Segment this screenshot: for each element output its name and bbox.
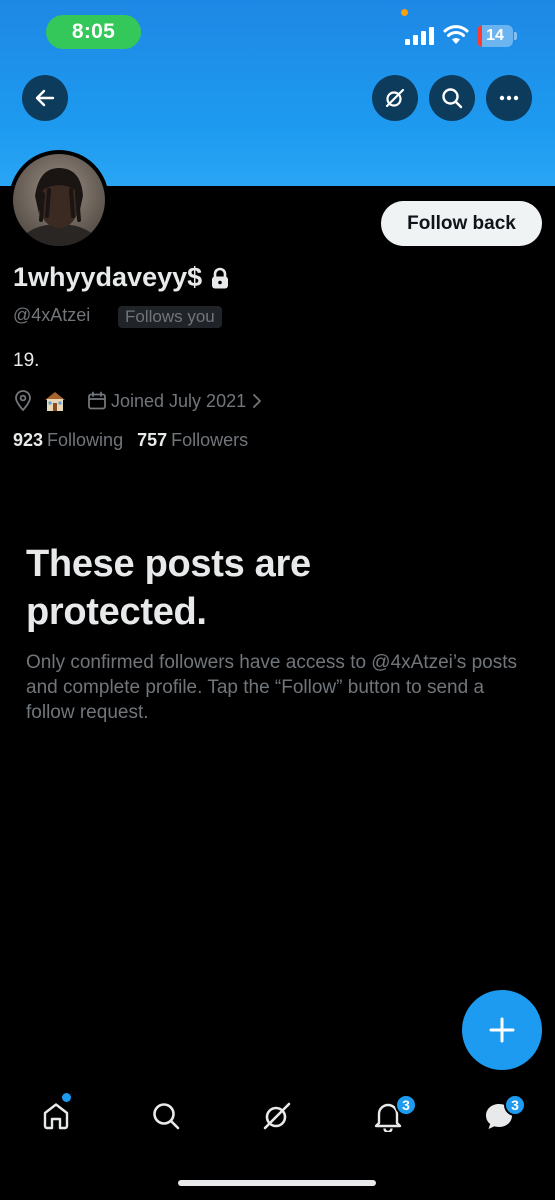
grok-icon — [263, 1102, 291, 1130]
joined-date[interactable]: Joined July 2021 — [111, 391, 246, 412]
search-icon — [153, 1103, 180, 1130]
tab-search[interactable] — [146, 1096, 186, 1136]
avatar-photo — [13, 154, 105, 246]
lock-icon — [212, 267, 229, 288]
home-indicator[interactable] — [178, 1180, 376, 1186]
protected-body: Only confirmed followers have access to … — [26, 652, 517, 723]
search-icon — [442, 88, 463, 109]
following-link[interactable]: 923 Following — [13, 430, 123, 451]
compose-button[interactable] — [462, 990, 542, 1070]
tab-home[interactable] — [36, 1096, 76, 1136]
followers-link[interactable]: 757 Followers — [137, 430, 248, 451]
grok-icon — [385, 88, 405, 108]
wifi-icon — [443, 25, 469, 44]
back-button[interactable] — [22, 75, 68, 121]
privacy-indicator — [401, 9, 408, 16]
follow-stats: 923 Following 757 Followers — [13, 430, 248, 451]
cellular-signal-icon — [405, 27, 434, 45]
following-label: Following — [47, 430, 124, 450]
home-icon — [43, 1103, 69, 1130]
display-name-row: 1whyydaveyy$ — [13, 262, 230, 293]
calendar-icon — [88, 391, 106, 410]
back-arrow-icon — [35, 89, 55, 107]
home-unread-dot — [62, 1093, 71, 1102]
location-emoji — [43, 389, 67, 413]
status-time: 8:05 — [46, 15, 141, 49]
tab-grok[interactable] — [257, 1096, 297, 1136]
handle: @4xAtzei — [13, 305, 91, 325]
followers-label: Followers — [171, 430, 249, 450]
notifications-badge: 3 — [395, 1094, 417, 1116]
follows-you-badge: Follows you — [118, 306, 222, 328]
compose-plus-icon — [489, 1017, 515, 1043]
display-name: 1whyydaveyy$ — [13, 262, 203, 292]
bio: 19. — [13, 350, 40, 371]
more-button[interactable] — [486, 75, 532, 121]
battery-indicator: 14 — [477, 25, 517, 47]
following-count: 923 — [13, 430, 44, 450]
chevron-right-icon[interactable] — [252, 393, 262, 409]
protected-title: These posts are protected. — [26, 543, 311, 633]
messages-badge: 3 — [504, 1094, 526, 1116]
more-icon — [499, 95, 519, 101]
profile-meta: Joined July 2021 — [13, 388, 262, 414]
avatar[interactable] — [9, 150, 109, 250]
search-button[interactable] — [429, 75, 475, 121]
battery-level: 14 — [486, 27, 504, 44]
location-pin-icon — [15, 390, 31, 412]
follow-back-button[interactable]: Follow back — [381, 201, 542, 246]
followers-count: 757 — [137, 430, 168, 450]
grok-button[interactable] — [372, 75, 418, 121]
